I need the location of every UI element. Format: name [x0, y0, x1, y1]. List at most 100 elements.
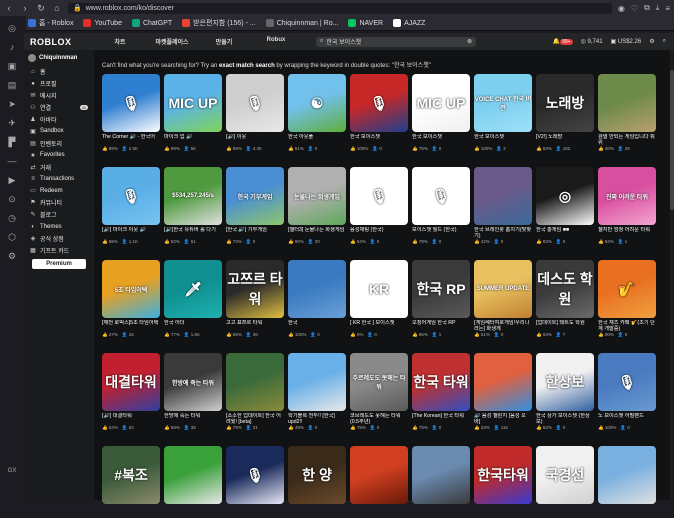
sidebar-item[interactable]: ▣ Sandbox [24, 125, 94, 137]
game-title[interactable] [164, 506, 222, 518]
game-thumbnail[interactable]: ☯ [288, 74, 346, 132]
game-thumbnail[interactable]: 데스도 학원 [536, 260, 594, 318]
game-card[interactable]: KR[ KR 한국 ] 보이스챗 👍 0% 👤 0 [350, 260, 408, 338]
game-thumbnail[interactable]: 5초 타임어택 [102, 260, 160, 318]
camera-icon[interactable]: ◉ [618, 4, 625, 13]
sidebar-item[interactable]: ⚑ 커뮤니티 [24, 197, 94, 209]
game-card[interactable] [164, 446, 222, 518]
messenger-icon[interactable]: ◎ [6, 22, 18, 34]
game-title[interactable]: The Corner 🔊 - 한국어 [102, 134, 160, 146]
game-thumbnail[interactable]: 🎙 [226, 74, 284, 132]
menu-icon[interactable]: ≡ [665, 4, 670, 13]
game-card[interactable]: 대결타워 [🔊] 대결타워 👍 54% 👤 63 [102, 353, 160, 431]
game-thumbnail[interactable]: 고쯔르 타워 [226, 260, 284, 318]
game-card[interactable]: 🎙 [226, 446, 284, 518]
game-card[interactable]: 한국타워 [474, 446, 532, 518]
game-title[interactable]: [ KR 한국 ] 보이스챗 [350, 320, 408, 332]
nav-charts[interactable]: 차트 [94, 37, 146, 46]
game-thumbnail[interactable] [350, 446, 408, 504]
game-title[interactable] [412, 506, 470, 518]
game-thumbnail[interactable] [598, 74, 656, 132]
forward-icon[interactable]: › [20, 3, 30, 13]
game-title[interactable]: 노 보이스챗 어필팬드 [598, 413, 656, 425]
game-title[interactable]: 학기블록 전투!! [한국] upd2!! [288, 413, 346, 425]
game-title[interactable]: [한국 🔊] 기부게임 [226, 227, 284, 239]
game-title[interactable]: [업데이트] 돼트도 학원 [536, 320, 594, 332]
game-card[interactable]: 데스도 학원 [업데이트] 돼트도 학원 👍 63% 👤 7 [536, 260, 594, 338]
game-thumbnail[interactable]: VOICE CHAT 한국 버전 [474, 74, 532, 132]
game-title[interactable]: [V2!] 노래방 [536, 134, 594, 146]
game-title[interactable]: 코브레도도 못해는 타워 (0.5주년) [350, 413, 408, 425]
sidebar-item[interactable]: ◈ 공식 상점 [24, 232, 94, 244]
game-thumbnail[interactable]: 한국타워 [474, 446, 532, 504]
game-thumbnail[interactable]: MIC UP [164, 74, 222, 132]
game-card[interactable]: 한상보 한국 상가 보이스챗 (한상보) 👍 52% 👤 0 [536, 353, 594, 431]
game-card[interactable]: MIC UP 한국 보이스챗 👍 75% 👤 0 [412, 74, 470, 152]
game-title[interactable]: 한국 어더 [164, 320, 222, 332]
premium-button[interactable]: Premium [32, 259, 86, 270]
bookmark-icon[interactable]: ♡ [631, 4, 638, 13]
game-title[interactable]: 한국 아웃풀 [288, 134, 346, 146]
sidebar-item[interactable]: ♟ 아바타 [24, 114, 94, 126]
game-thumbnail[interactable]: MIC UP [412, 74, 470, 132]
game-title[interactable]: 마이크 업 🔊 [164, 134, 222, 146]
game-thumbnail[interactable] [288, 260, 346, 318]
game-card[interactable]: 진짜 어려운 타워 챌지만 엄청 어려운 타워 👍 84% 👤 1 [598, 167, 656, 245]
game-card[interactable]: 주르레도도 못해는 타워 코브레도도 못해는 타워 (0.5주년) 👍 75% 👤 0 [350, 353, 408, 431]
play-icon[interactable]: ▶ [6, 174, 18, 186]
nav-marketplace[interactable]: 마켓플레이스 [146, 37, 198, 46]
game-title[interactable]: 챌지만 엄청 어려운 타워 [598, 227, 656, 239]
search-small-icon[interactable]: ⌕ [663, 38, 666, 45]
game-card[interactable] [412, 446, 470, 518]
sidebar-item[interactable]: ≡ Transactions [24, 173, 94, 185]
game-thumbnail[interactable]: 🎙 [350, 167, 408, 225]
game-card[interactable]: 한국 RP 오징어게임 한국 RP 👍 86% 👤 1 [412, 260, 470, 338]
game-title[interactable]: 보이스챗 월드 (한국) [412, 227, 470, 239]
game-title[interactable]: [🔊]한국 유튜버 롤 다기 [164, 227, 222, 239]
game-card[interactable]: 한방에 죽는 타워 한방에 죽는 타워 👍 58% 👤 38 [164, 353, 222, 431]
game-thumbnail[interactable]: 한방에 죽는 타워 [164, 353, 222, 411]
game-thumbnail[interactable]: 한국 기부게임 [226, 167, 284, 225]
game-title[interactable] [288, 506, 346, 518]
bookmark-item[interactable]: AJAZZ [393, 19, 425, 27]
settings-gear-icon[interactable]: ⚙ [649, 38, 654, 45]
game-card[interactable]: 🗡 한국 어더 👍 77% 👤 1.6K [164, 260, 222, 338]
home-icon[interactable]: ⌂ [52, 3, 62, 13]
user-profile[interactable]: Chiquinnman [24, 50, 94, 66]
game-thumbnail[interactable]: 주르레도도 못해는 타워 [350, 353, 408, 411]
game-title[interactable]: [게임쎄터여로게임!우리나라는] 화생게 [474, 320, 532, 332]
robux-balance[interactable]: ◎ 9,741 [581, 38, 603, 45]
roblox-logo[interactable]: ROBLOX [30, 37, 94, 47]
game-thumbnail[interactable]: 🎙 [226, 446, 284, 504]
game-card[interactable]: 🎙 한국 보이스챗 👍 100% 👤 0 [350, 74, 408, 152]
game-card[interactable]: 🎙 The Corner 🔊 - 한국어 👍 88% 👤 2.5K [102, 74, 160, 152]
sidebar-item[interactable]: ▦ 기프트 카드 [24, 244, 94, 256]
game-card[interactable]: 🎙 [🔊] 마이크 이웃 🔊 👍 88% 👤 1.1K [102, 167, 160, 245]
game-title[interactable] [598, 506, 656, 518]
game-card[interactable]: 노래방 [V2!] 노래방 👍 83% 👤 182 [536, 74, 594, 152]
media-icon[interactable]: ▣ [6, 60, 18, 72]
game-thumbnail[interactable]: 한국 RP [412, 260, 470, 318]
game-card[interactable]: 국경선 [536, 446, 594, 518]
cube-icon[interactable]: ⬡ [6, 231, 18, 243]
game-card[interactable]: 🔊 음성 챌린지 [음성 오바] 👍 33% 👤 116 [474, 353, 532, 431]
game-title[interactable]: 한국 총게임 ■■ [536, 227, 594, 239]
currency-balance[interactable]: ▣ US$2.26 [611, 38, 642, 45]
game-card[interactable]: 🎙 [🔊] 이웃 👍 89% 👤 4.3K [226, 74, 284, 152]
game-thumbnail[interactable]: 노래방 [536, 74, 594, 132]
sidebar-item[interactable]: ⇄ 거래 [24, 161, 94, 173]
history-icon[interactable]: ◷ [6, 212, 18, 224]
game-title[interactable]: [소소한 업데이트] 한국 어려웠! [beta] [226, 413, 284, 425]
sidebar-item[interactable]: ◐ Themes [24, 221, 94, 233]
game-title[interactable] [102, 506, 160, 518]
game-thumbnail[interactable] [474, 353, 532, 411]
game-card[interactable]: 🎙 보이스챗 월드 (한국) 👍 78% 👤 0 [412, 167, 470, 245]
game-title[interactable]: 🔊 음성 챌린지 [음성 오바] [474, 413, 532, 425]
game-thumbnail[interactable]: 한상보 [536, 353, 594, 411]
game-title[interactable] [474, 506, 532, 518]
game-thumbnail[interactable]: 🎙 [598, 353, 656, 411]
game-title[interactable]: [🔊] 마이크 이웃 🔊 [102, 227, 160, 239]
sidebar-item[interactable]: ● 프로필 [24, 78, 94, 90]
bookmark-item[interactable]: 홈 - Roblox [28, 18, 73, 28]
game-title[interactable]: [The Korean] 한국 타워 [412, 413, 470, 425]
